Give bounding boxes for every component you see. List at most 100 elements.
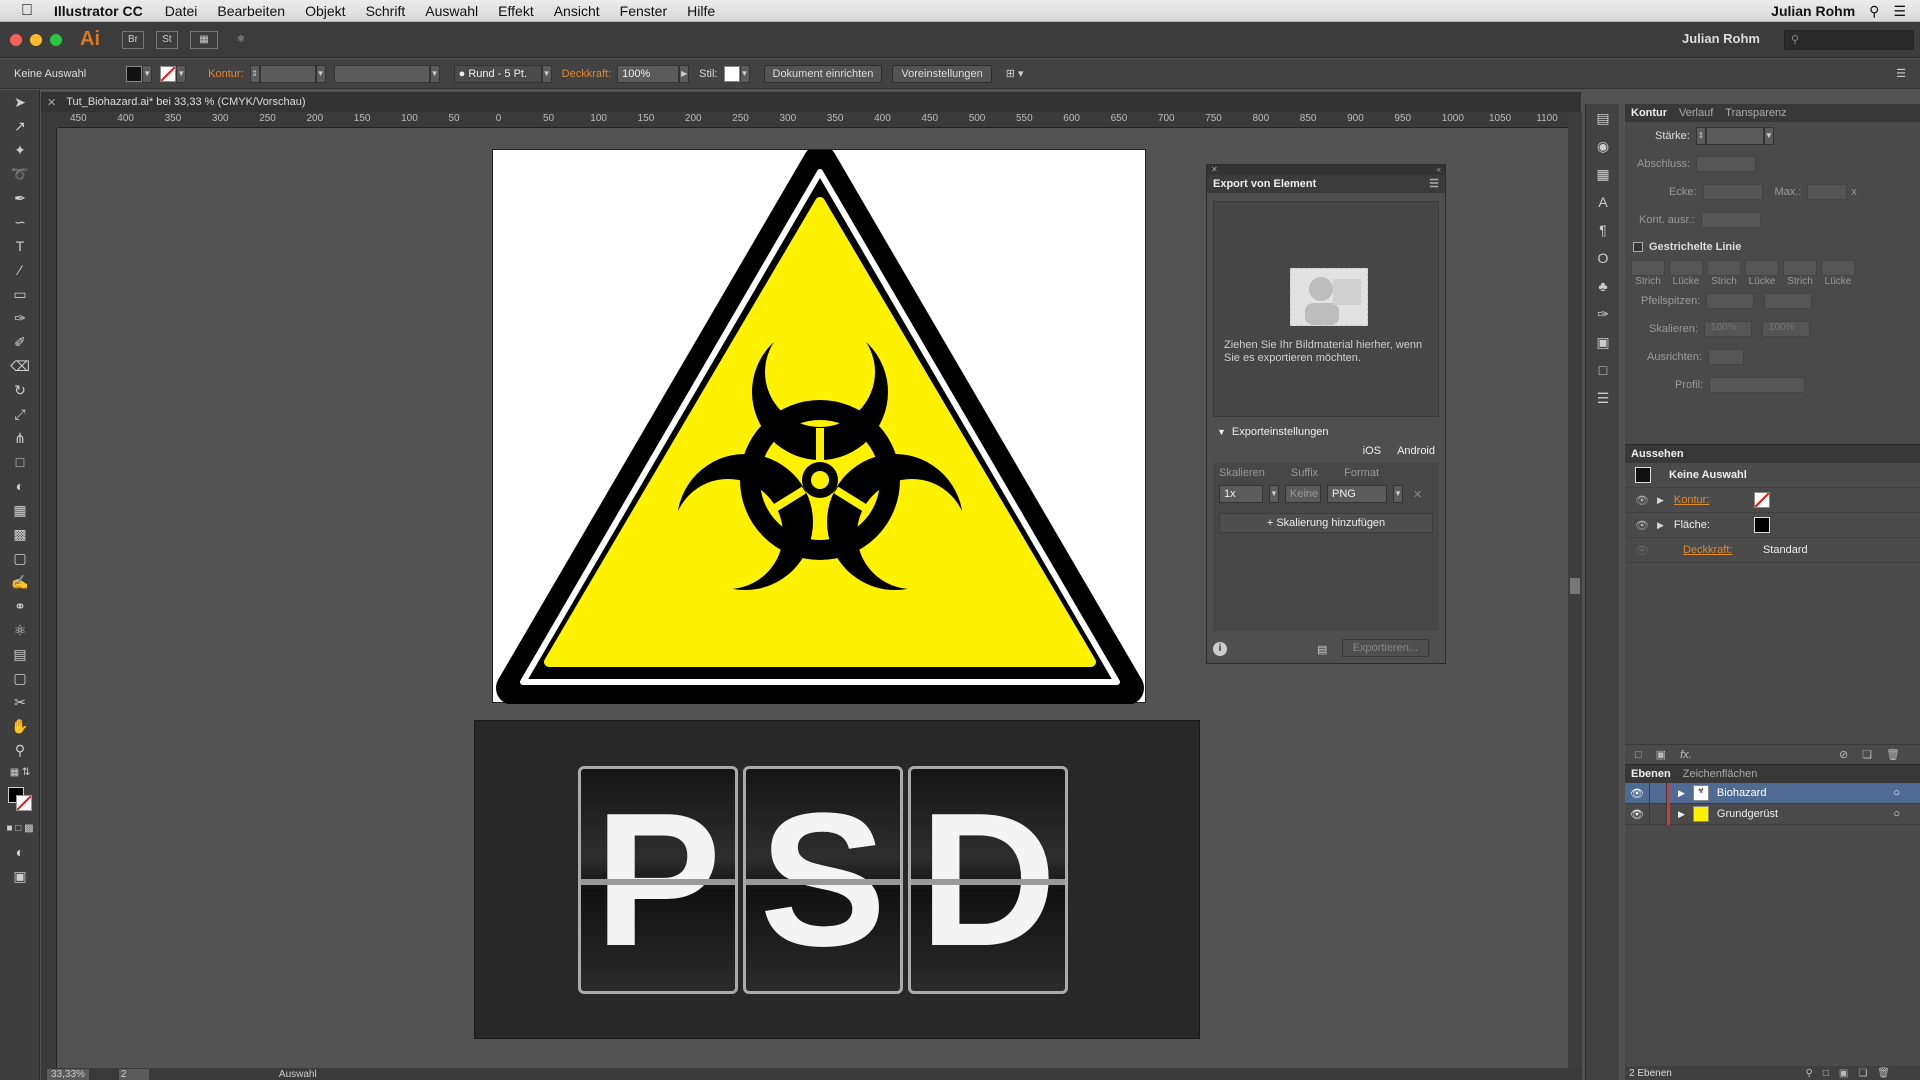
suffix-input[interactable]: Keine — [1285, 485, 1321, 503]
dash-field[interactable] — [1783, 260, 1817, 276]
zoom-level[interactable]: 33,33% — [47, 1068, 89, 1080]
delete-item-icon[interactable]: 🗑 — [1886, 748, 1900, 761]
scale-tool-icon[interactable]: ⤢ — [0, 402, 40, 426]
stroke-dropdown-icon[interactable]: ▼ — [176, 64, 187, 83]
stroke-weight-stepper[interactable]: ⇕ — [249, 64, 260, 83]
pathfinder-panel-icon[interactable]: ▣ — [1586, 328, 1620, 356]
align-panel-icon[interactable]: ☰ — [1586, 384, 1620, 412]
align-options-icon[interactable]: ⊞ ▾ — [1006, 67, 1024, 80]
gradient-tool-icon[interactable]: ▢ — [0, 546, 40, 570]
rectangle-tool-icon[interactable]: ▭ — [0, 282, 40, 306]
stroke-swatch[interactable] — [160, 65, 177, 82]
shape-builder-tool-icon[interactable]: ◐ — [0, 474, 40, 498]
help-search-input[interactable]: ⚲ — [1784, 30, 1914, 50]
remove-scale-icon[interactable]: ✕ — [1413, 488, 1422, 501]
artboard-psd[interactable]: P S D — [474, 720, 1200, 1039]
gap-field[interactable] — [1669, 260, 1703, 276]
close-document-icon[interactable]: ✕ — [47, 96, 56, 109]
biohazard-warning-sign[interactable] — [493, 145, 1147, 705]
ruler-origin[interactable] — [41, 112, 58, 128]
column-graph-tool-icon[interactable]: ▤ — [0, 642, 40, 666]
apple-icon[interactable]:  — [0, 2, 54, 20]
eyedropper-tool-icon[interactable]: ✍ — [0, 570, 40, 594]
fill-dropdown-icon[interactable]: ▼ — [142, 64, 153, 83]
preferences-button[interactable]: Voreinstellungen — [892, 64, 992, 83]
workspace-user[interactable]: Julian Rohm — [1682, 31, 1760, 46]
export-settings-icon[interactable]: ▤ — [1317, 643, 1327, 656]
vertical-ruler[interactable] — [41, 128, 57, 1068]
close-panel-icon[interactable]: ✕ — [1211, 165, 1218, 175]
menu-ansicht[interactable]: Ansicht — [544, 3, 610, 19]
info-icon[interactable]: i — [1213, 642, 1227, 656]
format-select[interactable]: PNG — [1327, 485, 1387, 503]
visibility-eye-icon[interactable]: 👁 — [1635, 519, 1649, 532]
direct-selection-tool-icon[interactable]: ↗ — [0, 114, 40, 138]
zoom-tool-icon[interactable]: ⚲ — [0, 738, 40, 762]
export-drop-zone[interactable]: Ziehen Sie Ihr Bildmaterial hierher, wen… — [1213, 201, 1439, 417]
lock-toggle[interactable] — [1649, 782, 1667, 804]
scale-dropdown-icon[interactable]: ▼ — [1269, 485, 1279, 503]
color-panel-icon[interactable]: ◉ — [1586, 132, 1620, 160]
expand-layer-icon[interactable]: ▶ — [1678, 788, 1685, 799]
curvature-tool-icon[interactable]: ∽ — [0, 210, 40, 234]
swatches-panel-icon[interactable]: ▦ — [1586, 160, 1620, 188]
visibility-eye-icon[interactable]: 👁 — [1635, 494, 1649, 507]
clear-appearance-icon[interactable]: ⊘ — [1839, 748, 1848, 761]
spotlight-search-icon[interactable]: ⚲ — [1869, 3, 1879, 20]
gpu-performance-icon[interactable]: ⚛ — [230, 31, 252, 49]
status-mode[interactable]: Auswahl — [279, 1069, 317, 1080]
color-mode-icons[interactable]: ■ □ ▩ — [0, 816, 40, 840]
opentype-panel-icon[interactable]: O — [1586, 244, 1620, 272]
menubar-user[interactable]: Julian Rohm — [1771, 3, 1855, 19]
default-colors-icon[interactable]: ▦ ⇅ — [0, 762, 40, 782]
vertical-scrollbar[interactable] — [1568, 112, 1582, 1068]
add-scale-button[interactable]: + Skalierung hinzufügen — [1219, 513, 1433, 533]
menu-auswahl[interactable]: Auswahl — [415, 3, 488, 19]
gap-field[interactable] — [1745, 260, 1779, 276]
tab-ebenen[interactable]: Ebenen — [1631, 768, 1671, 780]
add-effect-button[interactable]: fx. — [1680, 749, 1692, 761]
document-setup-button[interactable]: Dokument einrichten — [763, 64, 883, 83]
disclosure-triangle-icon[interactable]: ▼ — [1217, 427, 1226, 437]
layer-name[interactable]: Biohazard — [1717, 787, 1867, 799]
appearance-stroke-row[interactable]: 👁 ▶ Kontur: — [1625, 488, 1920, 513]
hand-tool-icon[interactable]: ✋ — [0, 714, 40, 738]
fill-stroke-widget[interactable] — [0, 782, 40, 816]
fill-swatch[interactable] — [126, 65, 143, 82]
eraser-tool-icon[interactable]: ⌫ — [0, 354, 40, 378]
paintbrush-tool-icon[interactable]: ✑ — [0, 306, 40, 330]
arrow-scale-start-field[interactable]: 100% — [1703, 321, 1752, 337]
menu-objekt[interactable]: Objekt — [295, 3, 355, 19]
pen-tool-icon[interactable]: ✒ — [0, 186, 40, 210]
add-stroke-icon[interactable]: □ — [1635, 749, 1642, 761]
opacity-label[interactable]: Deckkraft: — [562, 68, 612, 80]
export-button[interactable]: Exportieren... — [1341, 639, 1429, 657]
panel-drag-bar[interactable]: ✕ « — [1207, 165, 1445, 175]
rotate-tool-icon[interactable]: ↻ — [0, 378, 40, 402]
stroke-weight-field[interactable] — [259, 64, 316, 83]
appearance-fill-swatch[interactable] — [1753, 517, 1770, 533]
brushes-panel-icon[interactable]: ✑ — [1586, 300, 1620, 328]
artboard-tool-icon[interactable]: ▢ — [0, 666, 40, 690]
stroke-weight-dropdown-icon[interactable]: ▼ — [315, 64, 326, 83]
graphic-style-swatch[interactable] — [723, 65, 740, 82]
kontur-label[interactable]: Kontur: — [208, 68, 243, 80]
lasso-tool-icon[interactable]: ➰ — [0, 162, 40, 186]
vertical-scroll-thumb[interactable] — [1570, 578, 1580, 594]
duplicate-item-icon[interactable]: ❏ — [1862, 748, 1872, 761]
tab-verlauf[interactable]: Verlauf — [1679, 107, 1713, 119]
document-tab[interactable]: ✕ Tut_Biohazard.ai* bei 33,33 % (CMYK/Vo… — [41, 92, 1581, 112]
tab-zeichenflaechen[interactable]: Zeichenflächen — [1683, 768, 1758, 780]
stroke-weight-panel-field[interactable] — [1705, 127, 1764, 145]
profile-dropdown-icon[interactable]: ▼ — [429, 64, 440, 83]
close-window-icon[interactable] — [10, 33, 22, 46]
expand-triangle-icon[interactable]: ▶ — [1657, 495, 1664, 506]
width-tool-icon[interactable]: ⋔ — [0, 426, 40, 450]
tab-aussehen[interactable]: Aussehen — [1631, 448, 1684, 460]
stock-button[interactable]: St — [156, 30, 178, 49]
symbol-sprayer-tool-icon[interactable]: ⚛ — [0, 618, 40, 642]
expand-layer-icon[interactable]: ▶ — [1678, 809, 1685, 820]
menu-datei[interactable]: Datei — [155, 3, 208, 19]
arrowhead-end-select[interactable] — [1764, 293, 1813, 309]
appearance-stroke-label[interactable]: Kontur: — [1674, 494, 1754, 506]
